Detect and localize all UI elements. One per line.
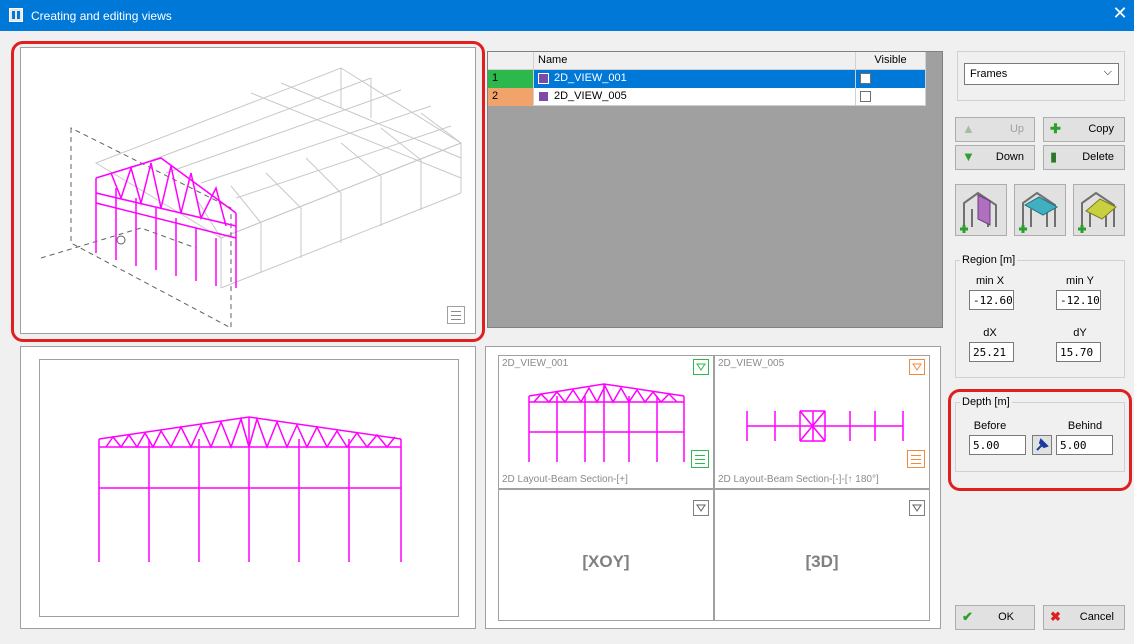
tile-view-005[interactable]: 2D_VIEW_005 2D Layout-Beam Section-[-]-[… xyxy=(714,355,930,489)
depth-behind-input[interactable] xyxy=(1056,435,1113,455)
row-name[interactable]: 2D_VIEW_001 xyxy=(534,70,856,88)
view-icon xyxy=(538,91,549,102)
dy-input[interactable] xyxy=(1056,342,1101,362)
vertical-section-icon xyxy=(960,191,997,233)
depth-title: Depth [m] xyxy=(960,396,1012,408)
row-name[interactable]: 2D_VIEW_005 xyxy=(534,88,856,106)
depth-before-input[interactable] xyxy=(969,435,1026,455)
tile-label: [3D] xyxy=(805,552,839,571)
views-tiles-panel: 2D_VIEW_001 2D Layout-Beam Section-[+] 2… xyxy=(485,346,941,629)
view-icon xyxy=(538,73,549,84)
dx-input[interactable] xyxy=(969,342,1014,362)
close-icon[interactable]: ✕ xyxy=(1110,4,1130,24)
check-icon: ✔ xyxy=(962,609,973,624)
tile-xoy[interactable]: [XOY] xyxy=(498,489,714,621)
tile-description: 2D Layout-Beam Section-[+] xyxy=(502,474,628,485)
dx-label: dX xyxy=(983,327,997,339)
behind-label: Behind xyxy=(1067,420,1103,432)
tile-dropdown-icon[interactable] xyxy=(693,359,709,375)
row-visible[interactable] xyxy=(856,88,926,106)
2d-preview-panel[interactable] xyxy=(20,346,476,629)
title-bar: Creating and editing views ✕ xyxy=(0,0,1134,31)
table-header: Name Visible xyxy=(488,52,926,70)
tile-frame-drawing xyxy=(528,383,685,462)
horizontal-section-icon xyxy=(1019,191,1059,233)
tile-label: [XOY] xyxy=(582,552,630,571)
copy-button[interactable]: ✚ Copy xyxy=(1043,117,1125,142)
down-button[interactable]: ▼ Down xyxy=(955,145,1035,170)
tile-3d[interactable]: [3D] xyxy=(714,489,930,621)
tile-title: 2D_VIEW_005 xyxy=(718,358,785,369)
views-table: Name Visible 1 2D_VIEW_001 2 2D_VIEW_005 xyxy=(487,51,943,328)
min-y-label: min Y xyxy=(1066,275,1094,287)
pin-icon xyxy=(1036,438,1049,451)
up-button[interactable]: ▲ Up xyxy=(955,117,1035,142)
arrow-up-icon: ▲ xyxy=(962,121,975,136)
dy-label: dY xyxy=(1073,327,1087,339)
camera-marker xyxy=(116,235,126,245)
before-label: Before xyxy=(973,420,1007,432)
region-title: Region [m] xyxy=(960,254,1018,266)
add-horizontal-section-button[interactable] xyxy=(1014,184,1066,236)
add-vertical-section-button[interactable] xyxy=(955,184,1007,236)
delete-button[interactable]: ▮ Delete xyxy=(1043,145,1125,170)
arrow-down-icon: ▼ xyxy=(962,149,975,164)
tile-description: 2D Layout-Beam Section-[-]-[↑ 180°] xyxy=(718,474,879,485)
tile-title: 2D_VIEW_001 xyxy=(502,358,569,369)
tile-view-001[interactable]: 2D_VIEW_001 2D Layout-Beam Section-[+] xyxy=(498,355,714,489)
magenta-frame xyxy=(95,157,237,288)
ok-button[interactable]: ✔ OK xyxy=(955,605,1035,630)
visible-checkbox[interactable] xyxy=(860,73,871,84)
column-visible[interactable]: Visible xyxy=(856,52,926,70)
add-inclined-section-button[interactable] xyxy=(1073,184,1125,236)
visible-checkbox[interactable] xyxy=(860,91,871,102)
row-visible[interactable] xyxy=(856,70,926,88)
table-row[interactable]: 2 2D_VIEW_005 xyxy=(488,88,926,106)
tile-menu-icon[interactable] xyxy=(691,450,709,468)
app-icon xyxy=(9,8,23,22)
cancel-button[interactable]: ✖ Cancel xyxy=(1043,605,1125,630)
2d-frame-drawing xyxy=(98,416,402,562)
tile-dropdown-icon[interactable] xyxy=(909,359,925,375)
column-name[interactable]: Name xyxy=(534,52,856,70)
chevron-down-icon: ⌵ xyxy=(1103,66,1112,78)
row-index: 1 xyxy=(488,70,534,88)
tile-frame-drawing xyxy=(746,410,904,442)
tile-menu-icon[interactable] xyxy=(907,450,925,468)
tile-dropdown-icon[interactable] xyxy=(693,500,709,516)
trash-icon: ▮ xyxy=(1050,149,1058,164)
min-x-input[interactable] xyxy=(969,290,1014,310)
type-select-value: Frames xyxy=(970,68,1008,80)
inclined-section-icon xyxy=(1078,191,1117,233)
min-x-label: min X xyxy=(975,275,1005,287)
3d-preview-panel[interactable] xyxy=(20,47,476,334)
plus-icon: ✚ xyxy=(1050,121,1061,136)
type-select[interactable]: Frames ⌵ xyxy=(964,63,1119,85)
window-title: Creating and editing views xyxy=(31,9,172,23)
grey-structure xyxy=(94,67,463,289)
min-y-input[interactable] xyxy=(1056,290,1101,310)
x-icon: ✖ xyxy=(1050,609,1061,624)
tile-dropdown-icon[interactable] xyxy=(909,500,925,516)
3d-structure-drawing xyxy=(40,67,463,329)
link-depth-button[interactable] xyxy=(1032,435,1052,455)
table-row[interactable]: 1 2D_VIEW_001 xyxy=(488,70,926,88)
preview-menu-icon[interactable] xyxy=(447,306,465,324)
row-index: 2 xyxy=(488,88,534,106)
